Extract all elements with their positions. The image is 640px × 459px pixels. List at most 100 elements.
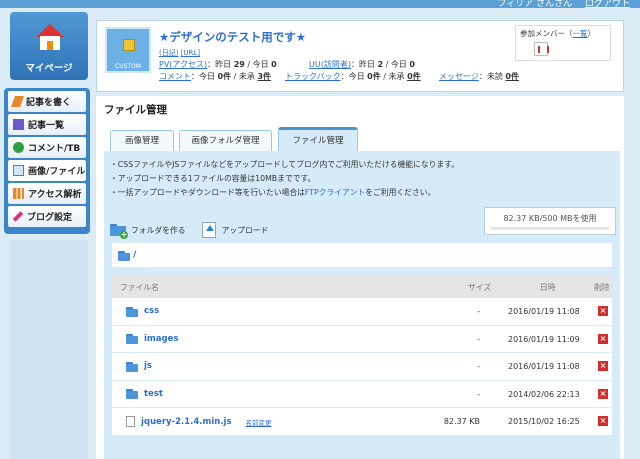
blog-thumbnail[interactable]: CUSTOM: [105, 27, 151, 73]
comment-unapproved-text: / 未承: [233, 72, 255, 81]
folder-icon: [126, 306, 138, 317]
sidebar-item-label: 画像/ファイル: [28, 167, 86, 177]
uu-link[interactable]: UU(訪問者): [309, 60, 351, 69]
main-panel: ファイル管理 画像管理 画像フォルダ管理 ファイル管理 ・CSSファイルやJSフ…: [96, 96, 624, 459]
tab-image-management[interactable]: 画像管理: [110, 130, 174, 151]
file-icon: [126, 416, 135, 427]
page-title: ファイル管理: [104, 104, 167, 116]
file-date: 2015/10/02 16:25: [508, 417, 580, 426]
blog-title[interactable]: ★デザインのテスト用です★: [159, 29, 306, 45]
file-link[interactable]: jquery-2.1.4.min.js: [141, 417, 232, 427]
file-table: ファイル名 サイズ 日時 削除 css - 2016/01/19 11:08 ×…: [112, 276, 612, 436]
sidebar-item-posts[interactable]: 記事一覧: [8, 114, 86, 135]
user-area: フィリア さんさん ログアウト: [497, 0, 630, 9]
storage-usage-text: 82.37 KB/500 MBを使用: [503, 214, 597, 223]
message-link[interactable]: メッセージ: [439, 72, 479, 81]
table-row: test - 2014/02/06 22:13 ×: [112, 380, 612, 408]
user-name: フィリア さんさん: [497, 0, 573, 9]
table-row: js - 2016/01/19 11:08 ×: [112, 353, 612, 381]
folder-icon: [126, 361, 138, 372]
file-name-cell: images: [126, 334, 178, 344]
rename-link[interactable]: 名前変更: [246, 417, 272, 427]
file-size: 82.37 KB: [443, 417, 480, 426]
tab-file-management[interactable]: ファイル管理: [278, 127, 358, 151]
sidebar-item-write[interactable]: 記事を書く: [8, 91, 86, 112]
delete-icon[interactable]: ×: [598, 333, 608, 344]
members-label-close: ）: [587, 29, 596, 38]
file-size: -: [477, 362, 480, 371]
uu-text: ：昨日: [350, 60, 375, 69]
folder-link[interactable]: test: [144, 389, 163, 399]
blog-links: (日記) [URL]: [159, 48, 200, 58]
upload-button[interactable]: アップロード: [201, 222, 268, 238]
file-date: 2016/01/19 11:08: [508, 362, 580, 371]
header-date: 日時: [540, 283, 556, 292]
message-text: ：未読: [478, 72, 503, 81]
delete-icon[interactable]: ×: [598, 416, 608, 426]
folder-icon: [126, 389, 138, 399]
members-label: 参加メンバー（一覧）: [520, 28, 595, 39]
create-folder-button[interactable]: + フォルダを作る: [110, 224, 186, 239]
file-date: 2016/01/19 11:08: [508, 307, 580, 316]
file-date: 2016/01/19 11:09: [508, 334, 580, 344]
members-label-text: 参加メンバー（: [520, 29, 573, 38]
trackback-unapproved[interactable]: 0件: [407, 72, 421, 81]
info-line-2: ・アップロードできる1ファイルの容量は10MBまでです。: [110, 174, 316, 183]
tab-image-folder-management[interactable]: 画像フォルダ管理: [179, 130, 272, 151]
uu-today: 0: [409, 60, 415, 69]
house-icon: [36, 24, 64, 50]
header-size: サイズ: [468, 283, 492, 292]
pv-yesterday: 29: [233, 60, 245, 69]
url-link[interactable]: [URL]: [181, 49, 200, 57]
table-row: jquery-2.1.4.min.js 名前変更 82.37 KB 2015/10…: [112, 408, 612, 436]
table-row: images - 2016/01/19 11:09 ×: [112, 325, 612, 353]
folder-add-icon: +: [110, 224, 128, 239]
folder-link[interactable]: images: [144, 334, 178, 344]
pv-link[interactable]: PV(アクセス): [159, 60, 207, 69]
document-list-icon: [13, 119, 24, 130]
table-header: ファイル名 サイズ 日時 削除: [112, 276, 612, 298]
mypage-label: マイページ: [25, 63, 73, 74]
delete-icon[interactable]: ×: [598, 388, 608, 399]
logout-link[interactable]: ログアウト: [585, 0, 630, 9]
sidebar-item-images[interactable]: 画像/ファイル: [8, 160, 86, 181]
trackback-unapproved-text: / 未承: [383, 72, 405, 81]
file-date: 2014/02/06 22:13: [508, 389, 580, 399]
delete-icon[interactable]: ×: [598, 361, 608, 371]
sidebar-item-label: 記事を書く: [26, 98, 72, 108]
sidebar-item-settings[interactable]: ブログ設定: [8, 206, 86, 227]
delete-icon[interactable]: ×: [598, 306, 608, 316]
plus-icon: +: [120, 230, 128, 239]
file-size: -: [477, 389, 480, 399]
sidebar-background: [10, 240, 88, 459]
pv-text: ：昨日: [207, 60, 232, 69]
upload-icon: [201, 222, 216, 238]
wrench-icon: [12, 211, 24, 222]
sidebar-item-label: 記事一覧: [28, 121, 65, 131]
file-actions: + フォルダを作る アップロード: [110, 219, 284, 241]
comment-link[interactable]: コメント: [159, 72, 191, 81]
member-avatar[interactable]: [534, 42, 549, 56]
file-name-cell: jquery-2.1.4.min.js 名前変更: [126, 416, 272, 427]
pv-today: 0: [271, 60, 277, 69]
trackback-link[interactable]: トラックバック: [285, 72, 341, 81]
sidebar-item-analytics[interactable]: アクセス解析: [8, 183, 86, 204]
uu-today-text: / 今日: [385, 60, 407, 69]
message-unread[interactable]: 0件: [505, 72, 519, 81]
image-icon: [13, 165, 24, 176]
folder-link[interactable]: css: [144, 306, 159, 316]
diary-link[interactable]: (日記): [159, 49, 178, 57]
file-size: -: [477, 334, 480, 344]
info-line-3: ・一括アップロードやダウンロード等を行いたい場合はFTPクライアントをご利用くだ…: [110, 186, 459, 200]
comment-unapproved[interactable]: 3件: [257, 72, 271, 81]
folder-icon: [126, 334, 138, 344]
sidebar-item-comments[interactable]: コメント/TB: [8, 137, 86, 158]
current-path-text[interactable]: /: [133, 250, 136, 260]
ftp-client-link[interactable]: FTPクライアント: [305, 188, 365, 197]
mypage-button[interactable]: マイページ: [10, 12, 88, 80]
folder-link[interactable]: js: [144, 361, 152, 371]
header-delete: 削除: [594, 283, 610, 292]
sidebar-item-label: ブログ設定: [27, 213, 73, 223]
members-list-link[interactable]: 一覧: [573, 29, 588, 38]
file-size: -: [477, 307, 480, 316]
